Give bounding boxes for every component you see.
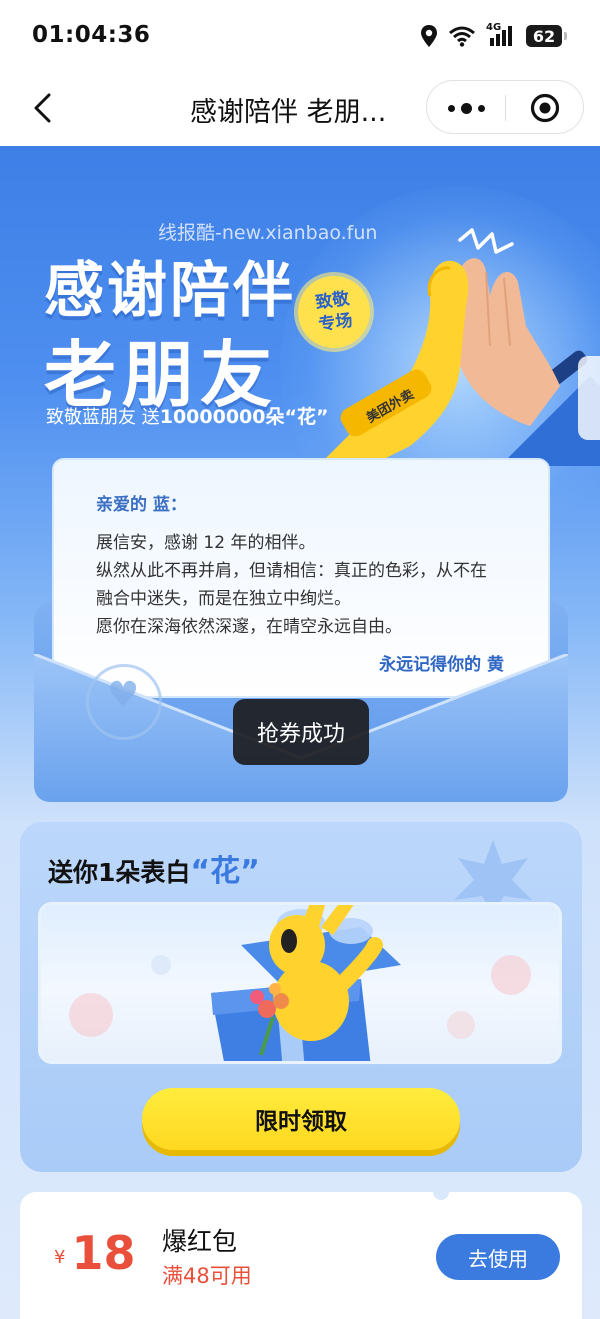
letter-greeting: 亲爱的 蓝： [96, 495, 187, 515]
gift-card: 送你1朵表白“花” 限时领取 [20, 822, 582, 1172]
gift-box-illustration [38, 902, 562, 1064]
letter-line: 纵然从此不再并肩，但请相信：真正的色彩，从不在 [96, 561, 487, 581]
coupon-card: ¥18 爆红包 满48可用 去使用 [20, 1192, 582, 1319]
hero-subtitle: 致敬蓝朋友 送10000000朵“花” [46, 402, 328, 429]
wifi-icon [449, 26, 475, 47]
hero-badge-line2: 专场 [317, 310, 354, 336]
postmark-stamp-icon [86, 664, 162, 740]
coupon-amount: ¥18 [54, 1226, 135, 1280]
battery-level: 62 [532, 26, 556, 46]
more-button[interactable] [427, 81, 505, 135]
status-time: 01:04:36 [32, 22, 151, 48]
back-button[interactable] [22, 86, 62, 130]
side-floating-tab[interactable] [578, 356, 600, 440]
toast-message: 抢券成功 [233, 699, 369, 765]
coupon-condition: 满48可用 [162, 1264, 252, 1288]
mini-program-capsule [426, 80, 584, 134]
close-button[interactable] [506, 81, 584, 135]
letter-line: 愿你在深海依然深邃，在晴空永远自由。 [96, 617, 402, 637]
location-icon [421, 25, 437, 47]
hero-subtitle-prefix: 致敬蓝朋友 送 [46, 407, 160, 428]
signal-icon: 4G [486, 22, 516, 48]
coupon-name: 爆红包 [162, 1227, 238, 1256]
claim-now-button[interactable]: 限时领取 [142, 1088, 460, 1150]
letter-line: 展信安，感谢 12 年的相伴。 [96, 533, 316, 553]
back-icon [34, 93, 51, 123]
more-icon [447, 104, 455, 112]
gift-box-art [69, 905, 531, 1061]
coupon-currency: ¥ [54, 1247, 66, 1268]
gift-title-prefix: 送你1朵表白 [48, 858, 191, 887]
close-target-icon [530, 93, 560, 123]
status-icons: 4G 62 [420, 22, 567, 50]
coupon-notch [433, 1192, 449, 1200]
nav-bar: 感谢陪伴 老朋... [0, 70, 600, 146]
status-bar: 01:04:36 4G 62 [0, 0, 600, 70]
coupon-value: 18 [71, 1226, 136, 1280]
battery-icon: 62 [526, 25, 567, 47]
letter-line: 融合中迷失，而是在独立中绚烂。 [96, 589, 351, 609]
gift-card-title: 送你1朵表白“花” [48, 846, 260, 890]
gift-title-quote: “花” [190, 854, 260, 889]
use-coupon-button[interactable]: 去使用 [436, 1234, 560, 1280]
page-title: 感谢陪伴 老朋... [190, 97, 387, 128]
